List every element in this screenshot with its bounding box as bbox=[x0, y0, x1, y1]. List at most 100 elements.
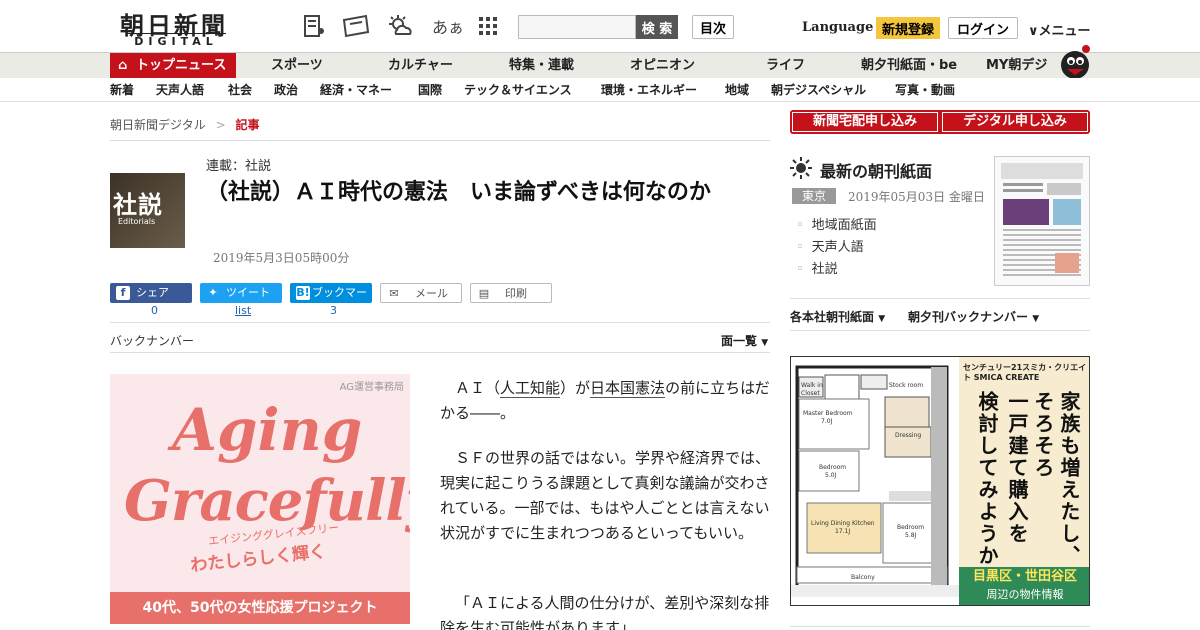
divider bbox=[110, 140, 770, 141]
keyword-link-constitution[interactable]: 日本国憲法 bbox=[590, 379, 666, 398]
sun-icon bbox=[790, 157, 812, 179]
divider bbox=[110, 322, 770, 323]
divider bbox=[790, 330, 1090, 331]
article-paragraph: ＡＩ（人工知能）が日本国憲法の前に立ちはだかる――。 bbox=[440, 376, 770, 426]
search-input[interactable] bbox=[518, 15, 636, 39]
print-button[interactable]: ▤ 印刷 bbox=[470, 283, 552, 303]
tweet-label: ツイート bbox=[226, 286, 270, 299]
newspaper-thumbnail[interactable] bbox=[994, 156, 1090, 286]
primary-nav: ⌂ トップニュース スポーツ カルチャー 特集・連載 オピニオン ライフ 朝夕刊… bbox=[0, 45, 1200, 79]
nav2-item-international[interactable]: 国際 bbox=[418, 78, 442, 102]
nav-item-top-news[interactable]: ⌂ トップニュース bbox=[110, 53, 236, 79]
article-date: 2019年5月3日05時00分 bbox=[213, 251, 350, 265]
caret-down-icon: ▼ bbox=[761, 338, 769, 348]
ad-headline-2: Gracefully bbox=[124, 468, 410, 534]
svg-text:Dressing: Dressing bbox=[895, 432, 921, 439]
svg-text:Balcony: Balcony bbox=[851, 574, 875, 581]
divider bbox=[790, 626, 1090, 627]
weather-icon[interactable] bbox=[386, 14, 414, 38]
svg-text:5.0J: 5.0J bbox=[825, 472, 837, 479]
nav2-item-tech[interactable]: テック＆サイエンス bbox=[464, 78, 572, 102]
site-header: 朝日新聞 DIGITAL あぁ 検 索 目次 Language 新規登録 ログイ… bbox=[0, 0, 1200, 52]
list-item[interactable]: ◦ 天声人語 bbox=[796, 236, 864, 255]
facebook-share-button[interactable]: f シェア bbox=[110, 283, 192, 303]
ad-copy-line: 一戸建て購入を bbox=[1005, 391, 1029, 545]
signup-button[interactable]: 新規登録 bbox=[876, 17, 940, 39]
nav2-item-new[interactable]: 新着 bbox=[110, 78, 134, 102]
editorial-thumbnail[interactable]: 社説 Editorials bbox=[110, 173, 185, 248]
search-button[interactable]: 検 索 bbox=[636, 15, 678, 39]
digital-subscribe-button[interactable]: デジタル申し込み bbox=[942, 112, 1088, 132]
page-list-dropdown[interactable]: 面一覧 ▼ bbox=[721, 332, 768, 349]
ad-headline-1: Aging bbox=[172, 396, 363, 464]
advertisement-aging-gracefully[interactable]: AG運営事務局 Aging Gracefully エイジンググレイスフリー わた… bbox=[110, 374, 410, 624]
print-icon: ▤ bbox=[478, 287, 490, 300]
mascot-icon bbox=[1061, 45, 1090, 79]
svg-text:Master Bedroom: Master Bedroom bbox=[803, 410, 853, 417]
menu-button[interactable]: ∨メニュー bbox=[1028, 20, 1091, 39]
breadcrumb-current: 記事 bbox=[235, 118, 260, 132]
advertisement-real-estate[interactable]: Walk in Closet Master Bedroom 7.0J Bedro… bbox=[790, 356, 1090, 606]
nav2-item-economy[interactable]: 経済・マネー bbox=[320, 78, 392, 102]
language-link[interactable]: Language bbox=[802, 20, 873, 35]
svg-text:7.0J: 7.0J bbox=[821, 418, 833, 425]
nav-item-culture[interactable]: カルチャー bbox=[388, 53, 453, 79]
text-span: ＡＩ（ bbox=[455, 379, 501, 397]
list-item[interactable]: ◦ 社説 bbox=[796, 258, 838, 277]
svg-text:Stock room: Stock room bbox=[889, 382, 923, 389]
latest-edition-title[interactable]: 最新の朝刊紙面 bbox=[820, 158, 932, 182]
each-edition-dropdown[interactable]: 各本社朝刊紙面 ▼ bbox=[790, 308, 885, 325]
ad-footer: 目黒区・世田谷区 周辺の物件情報 bbox=[959, 567, 1089, 605]
nav-item-paper[interactable]: 朝夕刊紙面・be bbox=[861, 53, 957, 79]
nav2-item-region[interactable]: 地域 bbox=[725, 78, 749, 102]
toc-button[interactable]: 目次 bbox=[692, 15, 734, 39]
site-logo-sub: DIGITAL bbox=[126, 33, 226, 48]
scrap-icon[interactable] bbox=[302, 14, 326, 38]
nav-item-life[interactable]: ライフ bbox=[766, 53, 805, 79]
facebook-count: 0 bbox=[151, 304, 158, 317]
keyword-link-ai[interactable]: 人工知能 bbox=[500, 379, 561, 398]
nav2-item-photo[interactable]: 写真・動画 bbox=[895, 78, 955, 102]
svg-text:Bedroom: Bedroom bbox=[897, 524, 924, 531]
nav2-item-tensei[interactable]: 天声人語 bbox=[156, 78, 204, 102]
nav-item-features[interactable]: 特集・連載 bbox=[509, 53, 574, 79]
font-size-icon[interactable]: あぁ bbox=[432, 14, 464, 38]
twitter-share-button[interactable]: ✦ ツイート bbox=[200, 283, 282, 303]
dropdown-label: 朝夕刊バックナンバー bbox=[908, 310, 1029, 324]
article-title: （社説）ＡＩ時代の憲法 いま論ずべきは何なのか bbox=[206, 180, 711, 205]
nav-item-sports[interactable]: スポーツ bbox=[271, 53, 323, 79]
article-paragraph: ＳＦの世界の話ではない。学界や経済界では、現実に起こりうる課題として真剣な議論が… bbox=[440, 449, 771, 542]
nav2-item-special[interactable]: 朝デジスペシャル bbox=[771, 78, 866, 102]
back-number-dropdown[interactable]: 朝夕刊バックナンバー ▼ bbox=[908, 308, 1039, 325]
facebook-icon: f bbox=[116, 286, 130, 300]
nav2-item-society[interactable]: 社会 bbox=[228, 78, 252, 102]
mail-label: メール bbox=[415, 287, 448, 300]
mail-button[interactable]: ✉ メール bbox=[380, 283, 462, 303]
nav2-item-politics[interactable]: 政治 bbox=[274, 78, 298, 102]
hatena-count[interactable]: 3 bbox=[330, 304, 337, 317]
list-item[interactable]: ◦ 地域面紙面 bbox=[796, 214, 877, 233]
nav-item-my[interactable]: MY朝デジ bbox=[986, 53, 1047, 79]
login-button[interactable]: ログイン bbox=[948, 17, 1018, 39]
page-list-label: 面一覧 bbox=[721, 334, 758, 348]
subscription-buttons: 新聞宅配申し込み デジタル申し込み bbox=[790, 110, 1090, 134]
hatena-bookmark-button[interactable]: B! ブックマーク bbox=[290, 283, 372, 319]
nav-item-label: トップニュース bbox=[136, 58, 227, 73]
issue-date: 2019年05月03日 金曜日 bbox=[848, 190, 985, 204]
home-delivery-button[interactable]: 新聞宅配申し込み bbox=[792, 112, 938, 132]
svg-text:Living Dining Kitchen: Living Dining Kitchen bbox=[811, 520, 875, 527]
svg-text:17.1J: 17.1J bbox=[835, 528, 850, 535]
twitter-list-link[interactable]: list bbox=[235, 304, 251, 317]
series-label[interactable]: 連載：社説 bbox=[206, 155, 271, 174]
nav-item-opinion[interactable]: オピニオン bbox=[630, 53, 695, 79]
floor-plan-image: Walk in Closet Master Bedroom 7.0J Bedro… bbox=[791, 357, 959, 605]
newspaper-icon[interactable] bbox=[342, 14, 370, 38]
svg-text:Closet: Closet bbox=[801, 390, 820, 397]
apps-grid-icon[interactable] bbox=[478, 16, 498, 36]
ad-copy-line: 検討してみようか。 bbox=[975, 391, 999, 589]
svg-text:5.8J: 5.8J bbox=[905, 532, 917, 539]
thumb-label: 社説 bbox=[113, 190, 163, 219]
caret-down-icon: ▼ bbox=[878, 314, 886, 324]
breadcrumb-home[interactable]: 朝日新聞デジタル bbox=[110, 118, 206, 132]
nav2-item-environment[interactable]: 環境・エネルギー bbox=[601, 78, 697, 102]
